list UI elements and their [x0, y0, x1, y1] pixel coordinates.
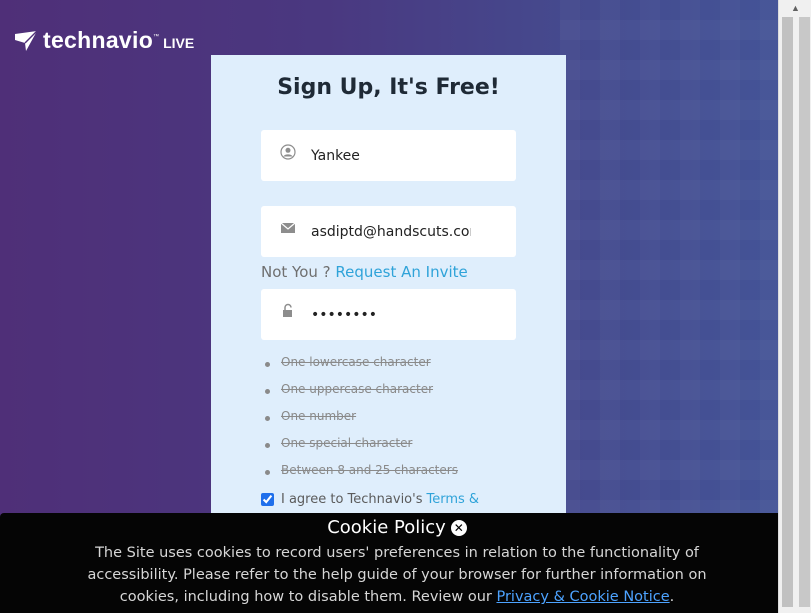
background-pattern — [560, 0, 778, 520]
cookie-banner: Cookie Policy ✕ The Site uses cookies to… — [0, 513, 794, 613]
user-icon — [280, 144, 296, 160]
agree-label: I agree to Technavio's — [281, 492, 423, 507]
password-input[interactable] — [311, 289, 471, 340]
logo[interactable]: technavio ™ LIVE — [14, 28, 194, 52]
name-input[interactable] — [311, 130, 471, 181]
agree-row: I agree to Technavio's Terms & — [261, 492, 479, 507]
scrollbar[interactable]: ▲ — [778, 0, 811, 613]
mail-icon — [280, 222, 296, 233]
logo-trademark: ™ — [153, 34, 160, 40]
not-you-label: Not You ? — [261, 263, 331, 281]
scrollbar-thumb[interactable] — [782, 17, 793, 607]
page-title: Sign Up, It's Free! — [277, 75, 500, 100]
password-field[interactable] — [261, 289, 516, 340]
cookie-text-end: . — [669, 589, 675, 605]
terms-link[interactable]: Terms & — [426, 492, 479, 507]
close-icon[interactable]: ✕ — [450, 519, 467, 536]
logo-live-label: LIVE — [163, 35, 195, 51]
scroll-up-icon[interactable]: ▲ — [779, 0, 811, 17]
cookie-title: Cookie Policy — [327, 517, 446, 538]
cookie-title-row: Cookie Policy ✕ — [0, 517, 794, 538]
rule-item: One lowercase character — [261, 355, 458, 382]
request-invite-link[interactable]: Request An Invite — [335, 263, 467, 281]
signup-card: Sign Up, It's Free! Not You ? Request An… — [211, 55, 566, 525]
logo-wordmark: technavio — [43, 27, 154, 53]
lock-icon — [283, 303, 292, 317]
name-field[interactable] — [261, 130, 516, 181]
rule-item: One number — [261, 409, 458, 436]
email-field[interactable] — [261, 206, 516, 257]
not-you-row: Not You ? Request An Invite — [261, 263, 468, 281]
agree-checkbox[interactable] — [261, 493, 274, 506]
rule-item: One uppercase character — [261, 382, 458, 409]
scrollbar-track[interactable] — [799, 17, 810, 607]
privacy-cookie-link[interactable]: Privacy & Cookie Notice — [496, 589, 669, 605]
rule-item: One special character — [261, 436, 458, 463]
password-rules: One lowercase character One uppercase ch… — [261, 355, 458, 490]
email-input[interactable] — [311, 206, 471, 257]
cookie-text-block: The Site uses cookies to record users' p… — [60, 542, 734, 608]
logo-icon — [15, 30, 38, 51]
rule-item: Between 8 and 25 characters — [261, 463, 458, 490]
